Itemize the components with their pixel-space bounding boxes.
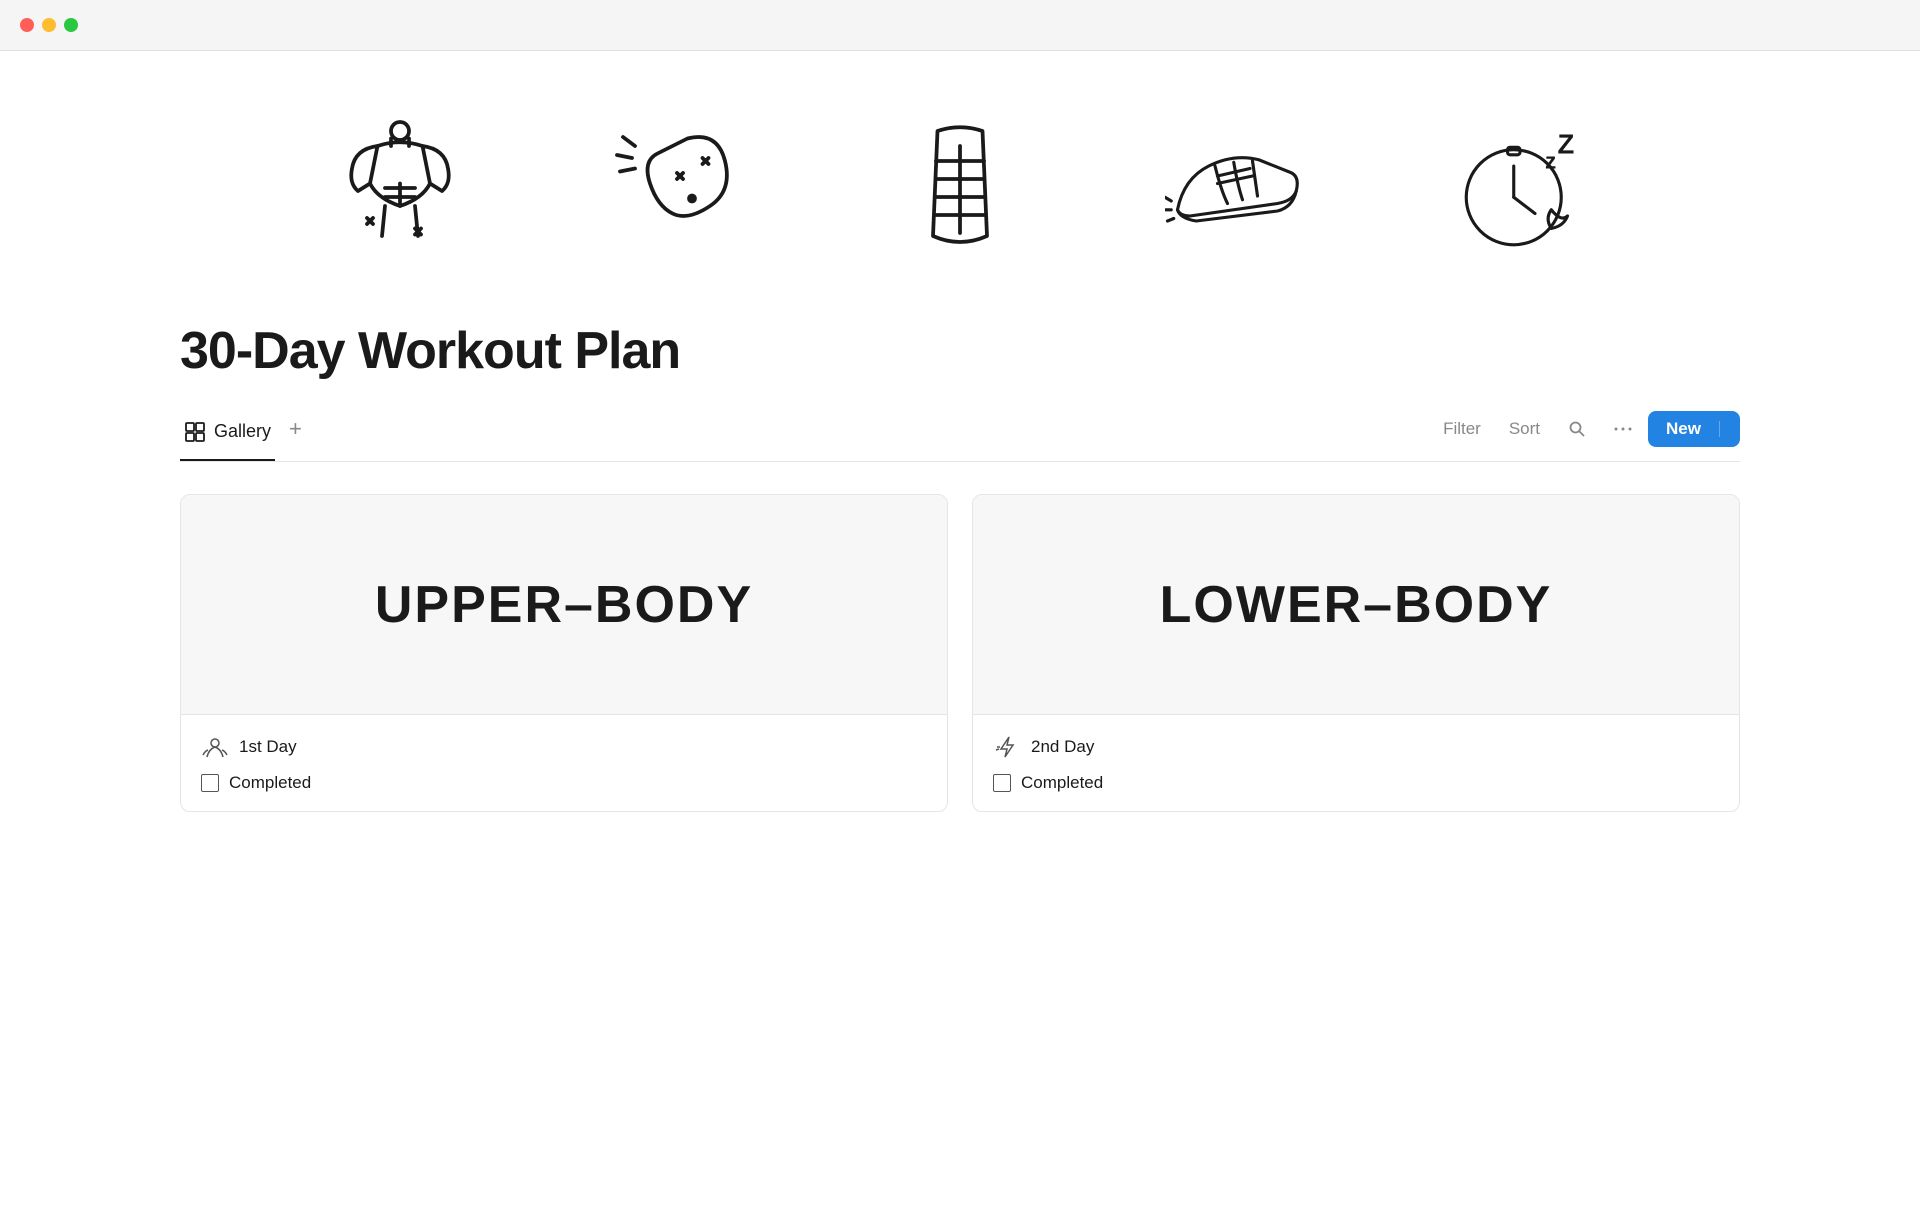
completed-label-2: Completed [1021,773,1103,793]
running-icon [1160,111,1320,271]
completed-checkbox-2[interactable] [993,774,1011,792]
card-cover-upper-body: UPPER–BODY [181,495,947,715]
new-button[interactable]: New [1648,411,1719,447]
card-completed-row-2: Completed [993,773,1719,793]
card-day-row-2: 2nd Day [993,733,1719,761]
shoulder-icon [600,111,760,271]
page-title: 30-Day Workout Plan [180,321,1740,381]
new-button-group: New [1648,411,1740,447]
sort-button[interactable]: Sort [1497,413,1552,445]
gallery-icon [184,421,206,443]
ellipsis-icon [1614,420,1632,438]
search-icon [1568,420,1586,438]
search-button[interactable] [1556,414,1598,444]
svg-text:z: z [1545,149,1556,174]
day2-icon [993,733,1021,761]
card-body-lower-body: 2nd Day Completed [973,715,1739,811]
toolbar-actions: Filter Sort New [1431,411,1740,461]
add-view-button[interactable]: + [275,418,314,454]
card-body-upper-body: 1st Day Completed [181,715,947,811]
upper-body-icon [320,111,480,271]
card-cover-text-lower-body: LOWER–BODY [1160,575,1553,635]
card-day-row-1: 1st Day [201,733,927,761]
more-options-button[interactable] [1602,414,1644,444]
new-button-chevron[interactable] [1719,421,1740,437]
completed-label-1: Completed [229,773,311,793]
minimize-button[interactable] [42,18,56,32]
card-cover-text-upper-body: UPPER–BODY [375,575,753,635]
close-button[interactable] [20,18,34,32]
svg-text:Z: Z [1558,129,1575,160]
toolbar: Gallery + Filter Sort [180,411,1740,462]
window-chrome [0,0,1920,51]
card-day-label-2: 2nd Day [1031,737,1094,757]
day1-icon [201,733,229,761]
maximize-button[interactable] [64,18,78,32]
card-day-label-1: 1st Day [239,737,297,757]
sleep-icon: z Z [1440,111,1600,271]
main-content: z Z 30-Day Workout Plan Gallery + Filt [0,51,1920,1211]
filter-button[interactable]: Filter [1431,413,1493,445]
card-cover-lower-body: LOWER–BODY [973,495,1739,715]
card-upper-body[interactable]: UPPER–BODY 1st Day Completed [180,494,948,812]
abs-icon [880,111,1040,271]
card-completed-row-1: Completed [201,773,927,793]
icons-banner: z Z [180,111,1740,271]
completed-checkbox-1[interactable] [201,774,219,792]
gallery-grid: UPPER–BODY 1st Day Completed [180,494,1740,812]
gallery-tab[interactable]: Gallery [180,413,275,461]
card-lower-body[interactable]: LOWER–BODY 2nd Day Completed [972,494,1740,812]
